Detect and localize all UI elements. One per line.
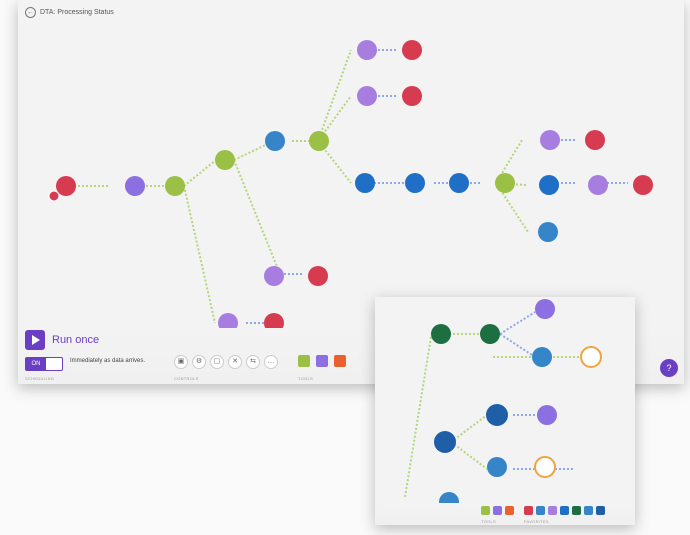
flow-control-icon[interactable]	[481, 506, 490, 515]
node-webhook-response-1[interactable]	[402, 40, 422, 60]
notes-icon[interactable]: ▢	[210, 355, 224, 369]
node-sleep-1[interactable]	[580, 346, 602, 368]
bottom-toolbar-2: TOOLS FAVORITES	[375, 503, 635, 525]
node-webhook-response-3[interactable]	[585, 130, 605, 150]
node-sleep-2[interactable]	[534, 456, 556, 478]
text-parser-icon[interactable]	[334, 355, 346, 367]
tools-icon[interactable]	[316, 355, 328, 367]
flow-control-icon[interactable]	[298, 355, 310, 367]
excel-favorite-icon[interactable]	[572, 506, 581, 515]
settings-icon[interactable]: ⚙	[192, 355, 206, 369]
node-json-2[interactable]	[357, 86, 377, 106]
node-json-4[interactable]	[588, 175, 608, 195]
node-webhook-response-4[interactable]	[633, 175, 653, 195]
node-tools-3[interactable]	[537, 405, 557, 425]
node-datastore[interactable]	[265, 131, 285, 151]
node-tools[interactable]	[125, 176, 145, 196]
run-once-button[interactable]	[25, 330, 45, 350]
node-datastore-3[interactable]	[532, 347, 552, 367]
node-excel-2[interactable]	[480, 324, 500, 344]
csv-favorite-icon[interactable]	[596, 506, 605, 515]
tools-icon[interactable]	[493, 506, 502, 515]
node-onedrive-3[interactable]	[449, 173, 469, 193]
node-onedrive-4[interactable]	[539, 175, 559, 195]
tools-label: TOOLS	[298, 376, 313, 381]
scenario-canvas-2[interactable]	[375, 297, 635, 525]
json-favorite-icon[interactable]	[548, 506, 557, 515]
scheduling-toggle[interactable]: ON	[25, 357, 63, 371]
datastore-favorite-icon[interactable]	[536, 506, 545, 515]
node-tools-2[interactable]	[535, 299, 555, 319]
favorites-label: FAVORITES	[524, 519, 549, 524]
node-excel-1[interactable]	[431, 324, 451, 344]
node-webhook-response-2[interactable]	[402, 86, 422, 106]
favorite-icon[interactable]	[584, 506, 593, 515]
auto-align-icon[interactable]: ✕	[228, 355, 242, 369]
toggle-on-label: ON	[26, 358, 46, 370]
node-webhooks[interactable]	[48, 176, 76, 202]
run-once-label: Run once	[52, 334, 100, 346]
node-router-1[interactable]	[165, 176, 185, 196]
node-router-3[interactable]	[309, 131, 329, 151]
node-webhook-response-5[interactable]	[308, 266, 328, 286]
node-onedrive-1[interactable]	[355, 173, 375, 193]
node-router-4[interactable]	[495, 173, 515, 193]
more-icon[interactable]: …	[264, 355, 278, 369]
webhooks-favorite-icon[interactable]	[524, 506, 533, 515]
node-csv-1[interactable]	[434, 431, 456, 453]
scenario-window-secondary: TOOLS FAVORITES	[375, 297, 635, 525]
node-json-5[interactable]	[264, 266, 284, 286]
flow-icon[interactable]: ⇆	[246, 355, 260, 369]
text-parser-icon[interactable]	[505, 506, 514, 515]
node-json-3[interactable]	[540, 130, 560, 150]
node-datastore-2[interactable]	[538, 222, 558, 242]
controls-label: CONTROLS	[174, 376, 199, 381]
scheduling-label: SCHEDULING	[25, 376, 55, 381]
node-router-2[interactable]	[215, 150, 235, 170]
onedrive-favorite-icon[interactable]	[560, 506, 569, 515]
node-datastore-4[interactable]	[487, 457, 507, 477]
tools-label-2: TOOLS	[481, 519, 496, 524]
schedule-text[interactable]: Immediately as data arrives.	[70, 358, 145, 364]
node-onedrive-2[interactable]	[405, 173, 425, 193]
save-icon[interactable]: ▣	[174, 355, 188, 369]
help-icon[interactable]: ?	[660, 359, 678, 377]
node-csv-2[interactable]	[486, 404, 508, 426]
node-json-1[interactable]	[357, 40, 377, 60]
